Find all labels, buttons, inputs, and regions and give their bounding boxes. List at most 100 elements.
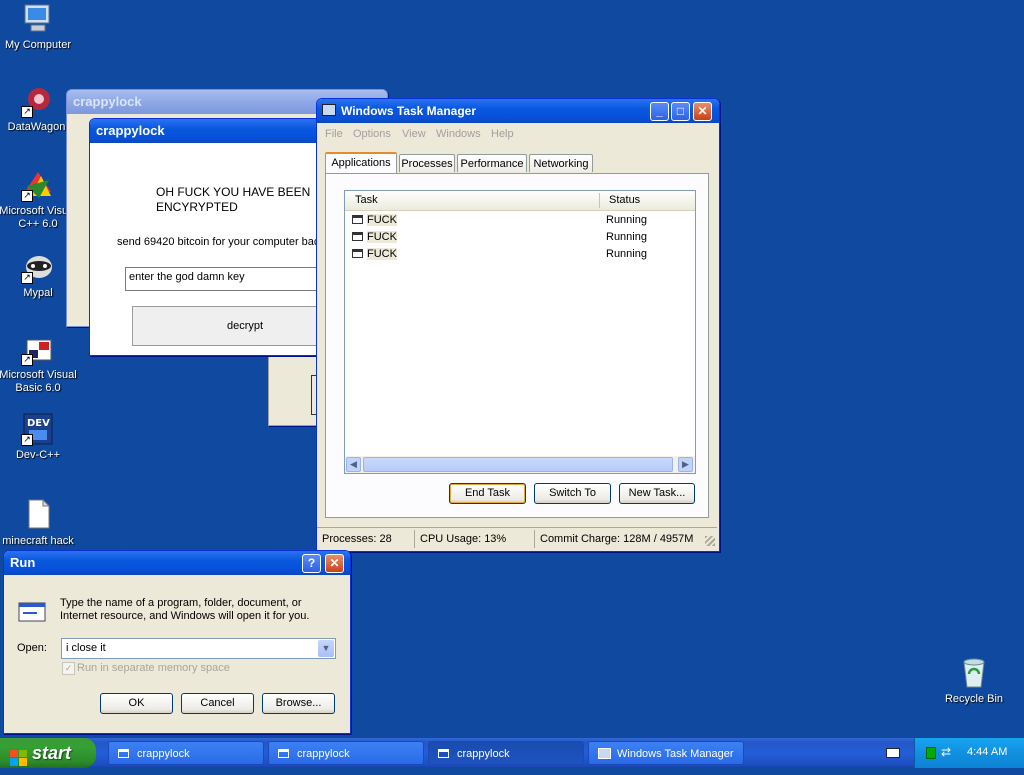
shortcut-arrow-icon: ↗: [21, 106, 33, 118]
tab-processes[interactable]: Processes: [399, 154, 455, 172]
network-icon[interactable]: ⇄: [941, 745, 955, 759]
switch-to-button[interactable]: Switch To: [534, 483, 611, 504]
taskbar-item-task-manager[interactable]: Windows Task Manager: [588, 741, 744, 765]
cancel-button[interactable]: Cancel: [181, 693, 254, 714]
decryption-key-input[interactable]: enter the god damn key: [125, 267, 330, 291]
desktop-icon-label: Microsoft Visual Basic 6.0: [0, 369, 77, 394]
keyboard-icon[interactable]: [886, 748, 900, 758]
run-description-line-2: Internet resource, and Windows will open…: [60, 610, 310, 622]
recycle-bin-icon: [957, 656, 991, 690]
horizontal-scrollbar[interactable]: ◀ ▶: [345, 456, 695, 473]
resize-grip-icon[interactable]: [705, 536, 715, 546]
decrypt-button[interactable]: decrypt: [132, 306, 330, 346]
start-label: start: [32, 743, 72, 763]
taskbar-item-label: crappylock: [297, 748, 350, 760]
table-row[interactable]: FUCK Running: [345, 246, 695, 263]
clock[interactable]: 4:44 AM: [967, 746, 1007, 758]
task-list[interactable]: Task Status FUCK Running FUCK Running FU…: [344, 190, 696, 474]
tab-applications[interactable]: Applications: [325, 152, 397, 173]
menu-options[interactable]: Options: [353, 128, 391, 140]
menu-windows[interactable]: Windows: [436, 128, 481, 140]
start-button[interactable]: start: [0, 738, 96, 768]
desktop-icon-minecraft-hack[interactable]: minecraft hack: [0, 498, 78, 548]
open-label: Open:: [17, 642, 47, 654]
ok-button[interactable]: OK: [100, 693, 173, 714]
task-manager-titlebar[interactable]: Windows Task Manager _ □ ✕: [317, 99, 719, 123]
browse-button[interactable]: Browse...: [262, 693, 335, 714]
desktop-icon-my-computer[interactable]: My Computer: [0, 2, 78, 52]
tab-networking[interactable]: Networking: [529, 154, 593, 172]
visual-cpp-icon: ↗: [21, 168, 55, 202]
system-tray: ⇄ 4:44 AM: [914, 738, 1024, 768]
tab-page: Task Status FUCK Running FUCK Running FU…: [325, 173, 709, 518]
separate-memory-checkbox[interactable]: ✓: [62, 662, 75, 675]
column-divider: [599, 193, 600, 208]
decrypt-label: decrypt: [227, 320, 264, 332]
scroll-left-arrow-icon[interactable]: ◀: [346, 457, 361, 472]
table-row[interactable]: FUCK Running: [345, 229, 695, 246]
window-app-icon: [352, 232, 363, 241]
desktop-icon-recycle-bin[interactable]: Recycle Bin: [934, 656, 1014, 706]
table-row[interactable]: FUCK Running: [345, 212, 695, 229]
menu-view[interactable]: View: [402, 128, 426, 140]
menu-file[interactable]: File: [325, 128, 343, 140]
taskbar-item-crappylock-2[interactable]: crappylock: [268, 741, 424, 765]
ransom-message-line-1: OH FUCK YOU HAVE BEEN: [156, 185, 311, 199]
close-button[interactable]: ✕: [693, 102, 712, 121]
windows-logo-icon: [10, 745, 27, 766]
task-status: Running: [606, 248, 647, 260]
status-divider: [414, 530, 415, 548]
chevron-down-icon[interactable]: ▼: [318, 640, 334, 657]
task-status: Running: [606, 214, 647, 226]
my-computer-icon: [21, 2, 55, 36]
desktop-icon-visual-basic[interactable]: ↗ Microsoft Visual Basic 6.0: [0, 332, 78, 395]
status-commit-charge: Commit Charge: 128M / 4957M: [540, 533, 694, 545]
desktop-icon-dev-cpp[interactable]: DEV ↗ Dev-C++: [0, 412, 78, 462]
window-app-icon: [438, 749, 449, 758]
window-title[interactable]: crappylock: [90, 119, 330, 143]
taskbar-item-crappylock-1[interactable]: crappylock: [108, 741, 264, 765]
run-description-line-1: Type the name of a program, folder, docu…: [60, 597, 302, 609]
menu-bar: File Options View Windows Help: [317, 128, 717, 144]
visual-basic-icon: ↗: [21, 332, 55, 366]
taskbar-item-label: crappylock: [457, 748, 510, 760]
crappylock-window[interactable]: crappylock OH FUCK YOU HAVE BEEN ENCYRYP…: [89, 118, 331, 356]
column-header-task[interactable]: Task: [355, 194, 378, 206]
window-title: Run: [10, 555, 36, 570]
task-status: Running: [606, 231, 647, 243]
window-app-icon: [118, 749, 129, 758]
svg-text:DEV: DEV: [27, 418, 50, 429]
status-processes: Processes: 28: [322, 533, 392, 545]
task-manager-tray-icon[interactable]: [926, 747, 936, 759]
column-header-status[interactable]: Status: [609, 194, 640, 206]
tab-performance[interactable]: Performance: [457, 154, 527, 172]
run-dialog[interactable]: Run ? ✕ Type the name of a program, fold…: [3, 550, 351, 734]
minimize-button[interactable]: _: [650, 102, 669, 121]
close-button[interactable]: ✕: [325, 554, 344, 573]
shortcut-arrow-icon: ↗: [21, 434, 33, 446]
key-input-value: enter the god damn key: [129, 271, 245, 283]
status-bar: Processes: 28 CPU Usage: 13% Commit Char…: [317, 527, 717, 550]
help-button[interactable]: ?: [302, 554, 321, 573]
file-icon: [21, 498, 55, 532]
task-manager-window[interactable]: Windows Task Manager _ □ ✕ File Options …: [316, 98, 720, 552]
maximize-button[interactable]: □: [671, 102, 690, 121]
taskbar-item-crappylock-3[interactable]: crappylock: [428, 741, 584, 765]
open-input-value[interactable]: i close it: [66, 642, 106, 654]
new-task-button[interactable]: New Task...: [619, 483, 695, 504]
task-name: FUCK: [367, 248, 397, 260]
desktop-icon-label: My Computer: [4, 39, 72, 51]
shortcut-arrow-icon: ↗: [21, 272, 33, 284]
shortcut-arrow-icon: ↗: [21, 190, 33, 202]
open-combobox[interactable]: i close it ▼: [61, 638, 336, 659]
window-app-icon: [278, 749, 289, 758]
mypal-icon: ↗: [21, 250, 55, 284]
menu-help[interactable]: Help: [491, 128, 514, 140]
separate-memory-label: Run in separate memory space: [77, 662, 230, 674]
end-task-button[interactable]: End Task: [449, 483, 526, 504]
scroll-thumb[interactable]: [363, 457, 673, 472]
run-titlebar[interactable]: Run ? ✕: [4, 551, 350, 575]
scroll-right-arrow-icon[interactable]: ▶: [678, 457, 693, 472]
taskbar-item-label: crappylock: [137, 748, 190, 760]
status-cpu-usage: CPU Usage: 13%: [420, 533, 507, 545]
